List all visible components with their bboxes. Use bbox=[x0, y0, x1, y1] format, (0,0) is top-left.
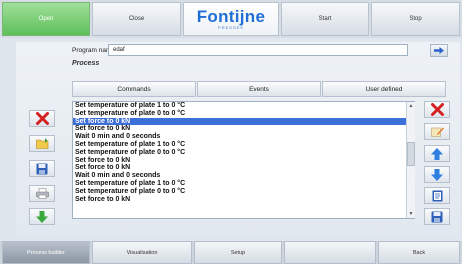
bottom-navigation: Process builder Visualisation Setup Back bbox=[0, 241, 462, 264]
nav-process-builder[interactable]: Process builder bbox=[2, 241, 90, 264]
start-button[interactable]: Start bbox=[281, 2, 369, 36]
red-x-icon bbox=[35, 112, 49, 125]
program-name-value: edaf bbox=[113, 47, 125, 53]
copy-button[interactable] bbox=[424, 187, 450, 204]
move-down-button-left[interactable] bbox=[29, 208, 55, 225]
tab-user-defined[interactable]: User defined bbox=[322, 81, 446, 97]
list-item[interactable]: Set force to 0 kN bbox=[73, 117, 414, 126]
list-scrollbar[interactable]: ▲ ▼ bbox=[406, 102, 415, 218]
open-button[interactable]: Open bbox=[2, 2, 90, 36]
close-button[interactable]: Close bbox=[92, 2, 181, 36]
list-item[interactable]: Set temperature of plate 0 to 0 °C bbox=[73, 149, 414, 157]
printer-icon bbox=[35, 188, 49, 199]
nav-setup[interactable]: Setup bbox=[194, 241, 282, 264]
document-icon bbox=[432, 190, 442, 201]
floppy-disk-icon bbox=[431, 211, 443, 222]
list-item[interactable]: Set temperature of plate 1 to 0 °C bbox=[73, 180, 414, 188]
fontijne-logo: Fontijne PRESSES bbox=[183, 2, 279, 36]
open-folder-button[interactable] bbox=[29, 135, 55, 152]
scroll-up-arrow-icon[interactable]: ▲ bbox=[407, 102, 415, 110]
list-item[interactable]: Set temperature of plate 0 to 0 °C bbox=[73, 110, 414, 118]
logo-text: Fontijne bbox=[196, 6, 266, 26]
logo-subtitle: PRESSES bbox=[218, 24, 244, 30]
delete-button-left[interactable] bbox=[29, 110, 55, 127]
edit-button[interactable] bbox=[424, 123, 450, 140]
blue-arrow-up-icon bbox=[431, 147, 443, 160]
red-x-icon bbox=[430, 103, 444, 116]
blue-arrow-down-icon bbox=[431, 168, 443, 181]
process-list[interactable]: Set temperature of plate 1 to 0 °C Set te… bbox=[72, 101, 415, 219]
list-item[interactable]: Wait 0 min and 0 seconds bbox=[73, 172, 414, 180]
process-label: Process bbox=[72, 60, 100, 67]
list-item[interactable]: Set force to 0 kN bbox=[73, 157, 414, 165]
list-item[interactable]: Set temperature of plate 0 to 0 °C bbox=[73, 188, 414, 196]
scroll-down-arrow-icon[interactable]: ▼ bbox=[407, 210, 415, 218]
program-name-input[interactable]: edaf bbox=[108, 44, 408, 56]
save-button-left[interactable] bbox=[29, 160, 55, 177]
scroll-thumb[interactable] bbox=[407, 142, 415, 166]
list-item[interactable]: Set force to 0 kN bbox=[73, 164, 414, 172]
stop-button[interactable]: Stop bbox=[371, 2, 460, 36]
move-up-button[interactable] bbox=[424, 145, 450, 162]
nav-visualisation[interactable]: Visualisation bbox=[92, 241, 192, 264]
list-item[interactable]: Wait 0 min and 0 seconds bbox=[73, 133, 414, 141]
tab-events[interactable]: Events bbox=[197, 81, 321, 97]
floppy-disk-icon bbox=[36, 163, 48, 174]
list-item[interactable]: Set force to 0 kN bbox=[73, 125, 414, 133]
process-list-items: Set temperature of plate 1 to 0 °C Set te… bbox=[73, 102, 414, 203]
program-go-button[interactable] bbox=[430, 44, 448, 57]
delete-button-right[interactable] bbox=[424, 101, 450, 118]
print-button[interactable] bbox=[29, 185, 55, 202]
top-toolbar: Open Close Fontijne PRESSES Start Stop bbox=[0, 0, 462, 38]
nav-back[interactable]: Back bbox=[378, 241, 460, 264]
list-item[interactable]: Set force to 0 kN bbox=[73, 196, 414, 204]
folder-icon bbox=[35, 138, 48, 149]
list-item[interactable]: Set temperature of plate 1 to 0 °C bbox=[73, 102, 414, 110]
nav-empty-slot[interactable] bbox=[284, 241, 376, 264]
tab-commands[interactable]: Commands bbox=[72, 81, 196, 97]
move-down-button-right[interactable] bbox=[424, 166, 450, 183]
arrow-right-icon bbox=[434, 47, 444, 54]
process-tabs: Commands Events User defined bbox=[72, 81, 446, 97]
green-arrow-down-icon bbox=[36, 210, 48, 223]
edit-pencil-icon bbox=[430, 127, 444, 137]
save-button-right[interactable] bbox=[424, 208, 450, 225]
list-item[interactable]: Set temperature of plate 1 to 0 °C bbox=[73, 141, 414, 149]
